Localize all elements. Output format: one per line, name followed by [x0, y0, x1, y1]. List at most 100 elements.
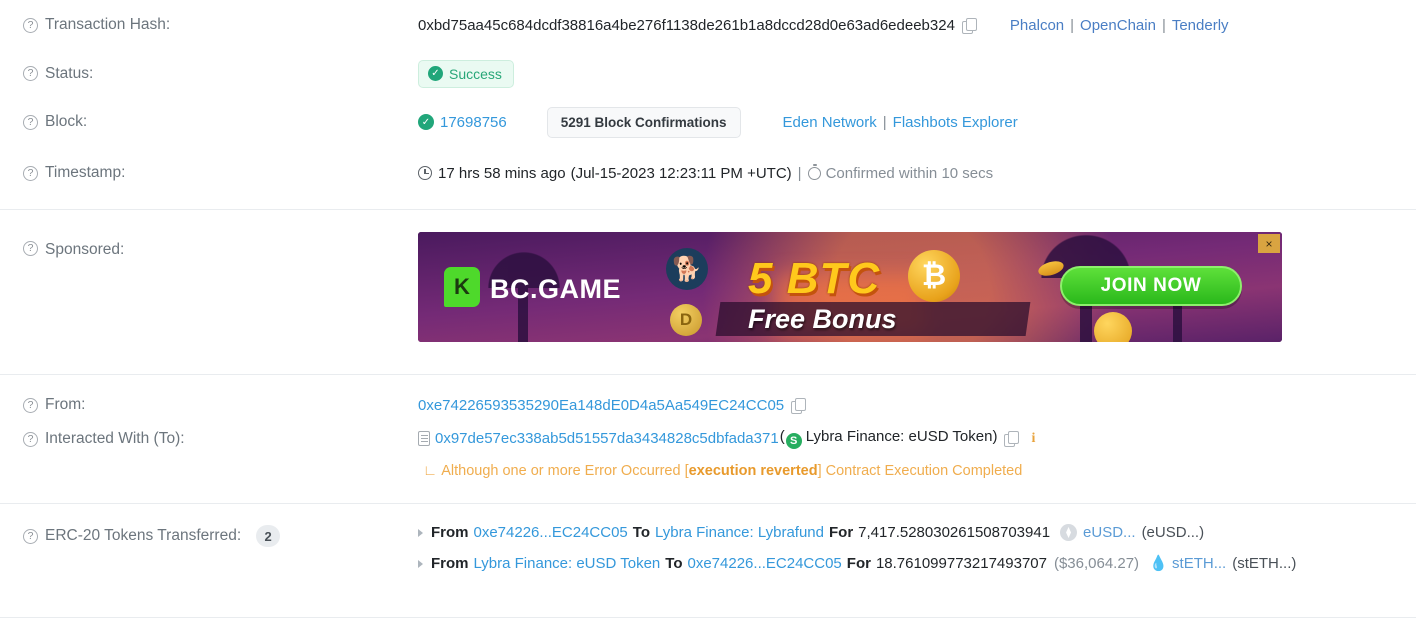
- logo-mark: K: [454, 274, 470, 299]
- label-from: ? From:: [0, 396, 418, 414]
- bitcoin-coin-icon: ₿: [908, 250, 960, 302]
- warning-prefix: Although one or more Error Occurred [: [441, 463, 689, 479]
- lybra-token-icon: S: [785, 433, 802, 449]
- transfer-from-link[interactable]: 0xe74226...EC24CC05: [474, 524, 628, 541]
- expand-caret-icon[interactable]: [418, 559, 423, 568]
- from-address-link[interactable]: 0xe74226593535290Ea148dE0D4a5Aa549EC24CC…: [418, 397, 784, 414]
- close-ad-icon[interactable]: ×: [1258, 234, 1280, 253]
- separator: |: [1161, 16, 1166, 34]
- coin-decoration: [1094, 312, 1132, 342]
- transfer-amount: 7,417.528030261508703941: [858, 524, 1051, 541]
- sponsored-banner[interactable]: K BC.GAME 🐕 D 5 BTC ₿ Free Bonus JOIN NO…: [418, 232, 1282, 342]
- help-icon[interactable]: ?: [23, 114, 38, 130]
- timestamp-relative: 17 hrs 58 mins ago: [438, 164, 566, 182]
- transfer-to-link[interactable]: 0xe74226...EC24CC05: [688, 555, 842, 572]
- value-timestamp: 17 hrs 58 mins ago (Jul-15-2023 12:23:11…: [418, 163, 1416, 182]
- row-erc20-transfers: ? ERC-20 Tokens Transferred: 2 From 0xe7…: [0, 504, 1416, 586]
- row-status: ? Status: ✓ Success: [0, 50, 1416, 97]
- execution-warning: ∟ Although one or more Error Occurred [ex…: [418, 463, 1416, 479]
- label-interacted-with: ? Interacted With (To):: [0, 428, 418, 448]
- transfer-usd-value: ($36,064.27): [1053, 555, 1140, 572]
- copy-icon[interactable]: [791, 397, 807, 414]
- token-transfer-row: From 0xe74226...EC24CC05 To Lybra Financ…: [418, 524, 1416, 541]
- to-keyword: To: [632, 524, 650, 541]
- warning-suffix: ] Contract Execution Completed: [817, 463, 1023, 479]
- warning-strong: execution reverted: [688, 463, 818, 479]
- label-text: Status:: [45, 64, 94, 82]
- copy-icon[interactable]: [1004, 431, 1020, 447]
- value-erc20-transfers: From 0xe74226...EC24CC05 To Lybra Financ…: [418, 524, 1416, 586]
- label-block: ? Block:: [0, 113, 418, 131]
- transfer-from-link[interactable]: Lybra Finance: eUSD Token: [474, 555, 661, 572]
- timestamp-absolute: (Jul-15-2023 12:23:11 PM +UTC): [570, 164, 792, 182]
- link-eden-network[interactable]: Eden Network: [783, 114, 877, 131]
- status-badge: ✓ Success: [418, 59, 514, 88]
- transfer-token-symbol: (stETH...): [1232, 555, 1297, 572]
- divider: [0, 617, 1416, 618]
- contract-name-wrap: (S Lybra Finance: eUSD Token): [779, 428, 998, 449]
- check-circle-icon: ✓: [428, 66, 443, 81]
- transfer-to-link[interactable]: Lybra Finance: Lybrafund: [655, 524, 824, 541]
- dogecoin-icon: D: [670, 304, 702, 336]
- help-icon[interactable]: ?: [23, 165, 38, 181]
- eusd-token-icon: [1060, 524, 1078, 541]
- contract-file-icon: [418, 431, 430, 446]
- to-keyword: To: [665, 555, 683, 572]
- steth-token-icon: 💧: [1149, 555, 1168, 572]
- value-sponsored: K BC.GAME 🐕 D 5 BTC ₿ Free Bonus JOIN NO…: [418, 232, 1416, 342]
- confirmed-within-text: Confirmed within 10 secs: [825, 164, 994, 182]
- label-text: Interacted With (To):: [45, 430, 185, 447]
- help-icon[interactable]: ?: [23, 17, 38, 33]
- for-keyword: For: [846, 555, 871, 572]
- separator: |: [1070, 16, 1075, 34]
- transaction-details-page: ? Transaction Hash: 0xbd75aa45c684dcdf38…: [0, 0, 1416, 624]
- help-icon[interactable]: ?: [23, 528, 38, 544]
- join-now-label: JOIN NOW: [1100, 275, 1202, 296]
- link-flashbots-explorer[interactable]: Flashbots Explorer: [893, 114, 1018, 131]
- label-text: Transaction Hash:: [45, 16, 171, 33]
- value-transaction-hash: 0xbd75aa45c684dcdf38816a4be276f1138de261…: [418, 17, 1416, 34]
- expand-caret-icon[interactable]: [418, 528, 423, 537]
- corner-icon: ∟: [423, 463, 438, 479]
- bcgame-brand-text: BC.GAME: [490, 274, 621, 304]
- help-icon[interactable]: ?: [23, 66, 38, 81]
- transfer-token-name[interactable]: stETH...: [1172, 555, 1226, 572]
- row-timestamp: ? Timestamp: 17 hrs 58 mins ago (Jul-15-…: [0, 147, 1416, 199]
- label-text: Timestamp:: [45, 164, 126, 181]
- info-icon[interactable]: i: [1026, 431, 1040, 446]
- transfer-count-badge: 2: [256, 525, 281, 547]
- label-text: ERC-20 Tokens Transferred:: [45, 527, 242, 544]
- join-now-button[interactable]: JOIN NOW: [1060, 266, 1242, 306]
- help-icon[interactable]: ?: [23, 397, 38, 413]
- check-circle-icon: ✓: [418, 114, 434, 130]
- label-timestamp: ? Timestamp:: [0, 164, 418, 182]
- transfer-token-name[interactable]: eUSD...: [1083, 524, 1136, 541]
- transaction-hash-value: 0xbd75aa45c684dcdf38816a4be276f1138de261…: [418, 16, 955, 34]
- row-sponsored: ? Sponsored: K BC.GAME 🐕 D 5 BTC ₿ Free …: [0, 210, 1416, 350]
- transfer-amount: 18.761099773217493707: [875, 555, 1047, 572]
- shiba-coin-icon: 🐕: [666, 248, 708, 290]
- token-transfer-row: From Lybra Finance: eUSD Token To 0xe742…: [418, 555, 1416, 572]
- status-text: Success: [449, 65, 502, 82]
- value-block: ✓ 17698756 5291 Block Confirmations Eden…: [418, 106, 1416, 138]
- copy-icon[interactable]: [961, 17, 977, 34]
- link-openchain[interactable]: OpenChain: [1080, 17, 1156, 34]
- value-from: 0xe74226593535290Ea148dE0D4a5Aa549EC24CC…: [418, 397, 1416, 414]
- label-text: From:: [45, 396, 86, 413]
- stopwatch-icon: [807, 163, 821, 180]
- help-icon[interactable]: ?: [23, 431, 38, 447]
- label-text: Sponsored:: [45, 241, 125, 258]
- link-phalcon[interactable]: Phalcon: [1010, 17, 1064, 34]
- banner-subline: Free Bonus: [748, 304, 897, 334]
- label-sponsored: ? Sponsored:: [0, 232, 418, 259]
- value-status: ✓ Success: [418, 59, 1416, 88]
- link-tenderly[interactable]: Tenderly: [1172, 17, 1229, 34]
- to-address-link[interactable]: 0x97de57ec338ab5d51557da3434828c5dbfada3…: [435, 430, 779, 447]
- value-interacted-with: 0x97de57ec338ab5d51557da3434828c5dbfada3…: [418, 428, 1416, 479]
- from-keyword: From: [431, 524, 469, 541]
- separator: |: [882, 113, 887, 131]
- help-icon[interactable]: ?: [23, 241, 38, 256]
- block-confirmations-badge: 5291 Block Confirmations: [546, 106, 741, 138]
- label-transaction-hash: ? Transaction Hash:: [0, 16, 418, 34]
- block-number-link[interactable]: 17698756: [440, 114, 507, 131]
